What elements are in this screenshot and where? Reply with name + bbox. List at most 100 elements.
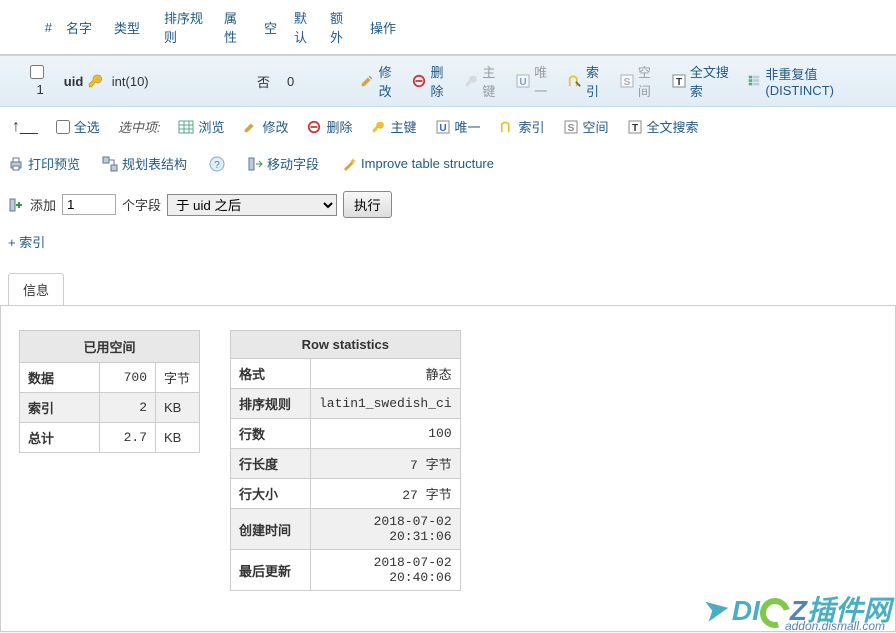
tab-info[interactable]: 信息: [8, 273, 64, 305]
fulltext-button[interactable]: T全文搜索: [627, 117, 699, 136]
svg-text:U: U: [439, 123, 446, 134]
plane-icon: ➤: [700, 588, 733, 630]
col-ops: 操作: [360, 14, 406, 41]
index-icon: [568, 73, 582, 89]
watermark-sub: addon.dismall.com: [785, 619, 885, 633]
structure-icon: [102, 156, 118, 172]
col-collation[interactable]: 排序规则: [154, 4, 214, 50]
add-fields-row: 添加 个字段 于 uid 之后 执行: [0, 181, 896, 228]
unique-icon: U: [516, 73, 530, 89]
check-all-checkbox[interactable]: [56, 120, 70, 134]
with-selected-label: 选中项:: [118, 117, 161, 136]
row-checkbox[interactable]: [30, 65, 44, 79]
row-default: 0: [277, 74, 312, 89]
table-row: 排序规则latin1_swedish_ci: [231, 389, 461, 419]
col-attr: 属性: [214, 4, 254, 50]
key-icon: [370, 119, 386, 135]
pencil-icon: [242, 119, 258, 135]
space-title: 已用空间: [20, 331, 200, 363]
table-icon: [178, 119, 194, 135]
index-icon: [499, 119, 515, 135]
svg-text:T: T: [676, 77, 682, 88]
unique-button[interactable]: U唯一: [435, 117, 481, 136]
svg-text:?: ?: [214, 160, 220, 171]
add-icon: [8, 197, 24, 213]
primary-link: 主键: [464, 62, 506, 100]
add-index-link[interactable]: + 索引: [0, 228, 896, 255]
col-num[interactable]: #: [8, 16, 56, 39]
row-null: 否: [247, 72, 277, 91]
col-name[interactable]: 名字: [56, 14, 104, 41]
drop-link[interactable]: 删除: [412, 62, 454, 100]
svg-text:T: T: [631, 123, 637, 134]
distinct-link[interactable]: 非重复值 (DISTINCT): [747, 64, 878, 98]
propose-link[interactable]: 规划表结构: [102, 154, 187, 173]
stats-title: Row statistics: [231, 331, 461, 359]
spatial-icon: S: [619, 73, 633, 89]
check-all[interactable]: 全选: [56, 117, 100, 136]
drop-button[interactable]: 删除: [306, 117, 352, 136]
add-mid-label: 个字段: [122, 195, 161, 214]
fulltext-icon: T: [671, 73, 685, 89]
column-row: 1 uid int(10) 否 0 修改 删除 主键 U唯一 索引 S空间 T全…: [0, 55, 896, 107]
row-actions: 修改 删除 主键 U唯一 索引 S空间 T全文搜索 非重复值 (DISTINCT…: [350, 62, 888, 100]
print-preview-link[interactable]: 打印预览: [8, 154, 80, 173]
table-row: 总计2.7KB: [20, 423, 200, 453]
watermark: ➤ DIZ插件网 addon.dismall.com: [703, 589, 891, 629]
arrow-up-icon: ↑__: [12, 118, 38, 136]
primary-button[interactable]: 主键: [370, 117, 416, 136]
improve-link[interactable]: Improve table structure: [341, 156, 494, 172]
col-default[interactable]: 默认: [284, 4, 320, 50]
svg-text:S: S: [567, 123, 574, 134]
table-row: 创建时间2018-07-02 20:31:06: [231, 509, 461, 550]
unique-icon: U: [435, 119, 451, 135]
spatial-link: S空间: [619, 62, 661, 100]
col-type[interactable]: 类型: [104, 14, 154, 41]
svg-text:S: S: [623, 77, 630, 88]
table-row: 最后更新2018-07-02 20:40:06: [231, 550, 461, 591]
add-position-select[interactable]: 于 uid 之后: [167, 194, 337, 216]
delete-icon: [306, 119, 322, 135]
stats-table: Row statistics 格式静态 排序规则latin1_swedish_c…: [230, 330, 461, 591]
toolbar-row: 打印预览 规划表结构 ? 移动字段 Improve table structur…: [0, 146, 896, 181]
go-button[interactable]: 执行: [343, 191, 392, 218]
fulltext-link[interactable]: T全文搜索: [671, 62, 737, 100]
table-row: 行大小27 字节: [231, 479, 461, 509]
table-row: 索引2KB: [20, 393, 200, 423]
pencil-icon: [360, 73, 374, 89]
add-label: 添加: [30, 195, 56, 214]
row-num: 1: [37, 82, 44, 97]
move-columns-link[interactable]: 移动字段: [247, 154, 319, 173]
table-row: 格式静态: [231, 359, 461, 389]
add-count-input[interactable]: [62, 194, 116, 215]
spatial-button[interactable]: S空间: [563, 117, 609, 136]
edit-button[interactable]: 修改: [242, 117, 288, 136]
index-link[interactable]: 索引: [568, 62, 610, 100]
help-icon[interactable]: ?: [209, 156, 225, 172]
columns-header: # 名字 类型 排序规则 属性 空 默认 额外 操作: [0, 0, 896, 55]
row-type: int(10): [102, 74, 152, 89]
with-selected-row: ↑__ 全选 选中项: 浏览 修改 删除 主键 U唯一 索引 S空间 T全文搜索: [0, 107, 896, 146]
edit-link[interactable]: 修改: [360, 62, 402, 100]
unique-link: U唯一: [516, 62, 558, 100]
index-button[interactable]: 索引: [499, 117, 545, 136]
key-icon: [464, 73, 478, 89]
wand-icon: [341, 156, 357, 172]
row-name-cell: uid: [54, 73, 102, 89]
col-null[interactable]: 空: [254, 14, 284, 41]
spatial-icon: S: [563, 119, 579, 135]
browse-button[interactable]: 浏览: [178, 117, 224, 136]
row-name: uid: [64, 74, 84, 89]
printer-icon: [8, 156, 24, 172]
svg-text:U: U: [519, 77, 526, 88]
info-panel: 已用空间 数据700字节 索引2KB 总计2.7KB Row statistic…: [0, 305, 896, 632]
tabs: 信息: [8, 273, 896, 305]
distinct-icon: [747, 73, 762, 89]
fulltext-icon: T: [627, 119, 643, 135]
space-table: 已用空间 数据700字节 索引2KB 总计2.7KB: [19, 330, 200, 453]
table-row: 行长度7 字节: [231, 449, 461, 479]
col-extra[interactable]: 额外: [320, 4, 360, 50]
delete-icon: [412, 73, 426, 89]
table-row: 行数100: [231, 419, 461, 449]
move-icon: [247, 156, 263, 172]
